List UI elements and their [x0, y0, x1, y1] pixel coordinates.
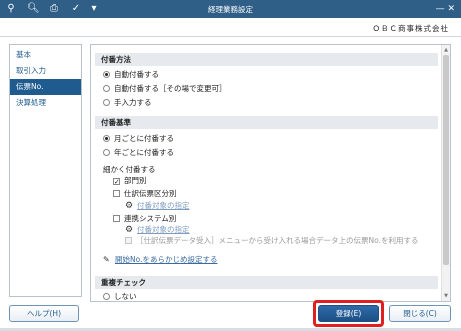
checkbox[interactable] — [113, 190, 120, 197]
window-title: 経理業務設定 — [208, 5, 253, 14]
checkbox-use-import-voucher-no[interactable]: ［仕訳伝票データ受入］メニューから受け入れる場合データ上の伝票No.を利用する — [125, 235, 418, 247]
section-header-numbering-method: 付番方法 — [95, 53, 438, 66]
company-name: ＯＢＣ商事株式会社 — [372, 24, 449, 33]
radio-label: 月ごとに付番する — [114, 134, 174, 143]
checkbox[interactable] — [113, 215, 120, 222]
radio-label: しない — [114, 292, 137, 301]
radio-monthly-numbering[interactable]: 月ごとに付番する — [103, 133, 174, 145]
radio-label: 手入力する — [114, 98, 152, 107]
checkbox-by-journal-type[interactable]: 仕訳伝票区分別 — [113, 188, 177, 200]
pencil-icon: ✎ — [103, 255, 110, 264]
radio-indicator[interactable] — [103, 149, 110, 156]
journal-target-link[interactable]: 付番対象の指定 — [137, 201, 190, 210]
register-button[interactable]: 登録(E) — [318, 305, 379, 322]
radio-label: 自動付番する［その場で変更可］ — [114, 84, 227, 93]
help-button[interactable]: ヘルプ(H) — [9, 305, 79, 322]
sidebar-item-closing[interactable]: 決算処理 — [10, 95, 81, 111]
radio-manual-entry[interactable]: 手入力する — [103, 97, 152, 109]
section-header-duplicate-check: 重複チェック — [95, 276, 438, 289]
settings-panel: 付番方法 自動付番する 自動付番する［その場で変更可］ 手入力する 付番基準 月… — [90, 44, 451, 302]
radio-indicator[interactable] — [103, 99, 110, 106]
title-bar: ⚲ 🔍︎ ⎙ ✓ ▾ 経理業務設定 — ✕ — [0, 0, 461, 18]
journal-target-setting: ⚙ 付番対象の指定 — [125, 200, 190, 212]
checkbox-by-department[interactable]: ✓ 部門別 — [113, 175, 147, 187]
close-button[interactable]: 閉じる(C) — [389, 305, 451, 322]
checkbox-checked[interactable]: ✓ — [113, 178, 120, 186]
radio-no-duplicate-check[interactable]: しない — [103, 291, 137, 301]
sidebar-item-transaction-entry[interactable]: 取引入力 — [10, 63, 81, 79]
radio-auto-number-editable[interactable]: 自動付番する［その場で変更可］ — [103, 83, 227, 95]
radio-indicator[interactable] — [103, 293, 110, 300]
preset-start-number: ✎ 開始No.をあらかじめ設定する — [103, 254, 217, 266]
checkbox-disabled[interactable] — [125, 237, 132, 244]
radio-label: 年ごとに付番する — [114, 148, 174, 157]
scroll-down-icon[interactable]: ▼ — [442, 292, 450, 300]
checkbox-label: ［仕訳伝票データ受入］メニューから受け入れる場合データ上の伝票No.を利用する — [136, 236, 419, 245]
radio-selected-indicator[interactable] — [103, 135, 110, 142]
vertical-scrollbar[interactable]: ▲ ▼ — [441, 45, 450, 301]
sidebar: 基本 取引入力 伝票No. 決算処理 — [9, 44, 82, 297]
sidebar-item-basic[interactable]: 基本 — [10, 47, 81, 63]
scrollbar-thumb[interactable] — [443, 55, 449, 265]
linked-target-link[interactable]: 付番対象の指定 — [137, 225, 190, 234]
settings-scroll-area: 付番方法 自動付番する 自動付番する［その場で変更可］ 手入力する 付番基準 月… — [91, 45, 442, 301]
radio-selected-indicator[interactable] — [103, 71, 110, 78]
radio-yearly-numbering[interactable]: 年ごとに付番する — [103, 147, 174, 159]
window-controls[interactable]: — ✕ — [436, 3, 455, 15]
checkbox-label: 連携システム別 — [124, 214, 177, 223]
header-divider — [0, 36, 461, 37]
checkbox-label: 部門別 — [124, 176, 147, 185]
sidebar-item-voucher-no[interactable]: 伝票No. — [10, 79, 81, 95]
radio-label: 自動付番する — [114, 70, 159, 79]
section-header-numbering-basis: 付番基準 — [95, 116, 438, 129]
radio-indicator[interactable] — [103, 85, 110, 92]
checkbox-label: 仕訳伝票区分別 — [124, 189, 177, 198]
gear-icon: ⚙ — [125, 201, 134, 211]
radio-auto-number[interactable]: 自動付番する — [103, 69, 159, 81]
preset-start-number-link[interactable]: 開始No.をあらかじめ設定する — [115, 255, 217, 264]
scroll-up-icon[interactable]: ▲ — [442, 46, 450, 54]
